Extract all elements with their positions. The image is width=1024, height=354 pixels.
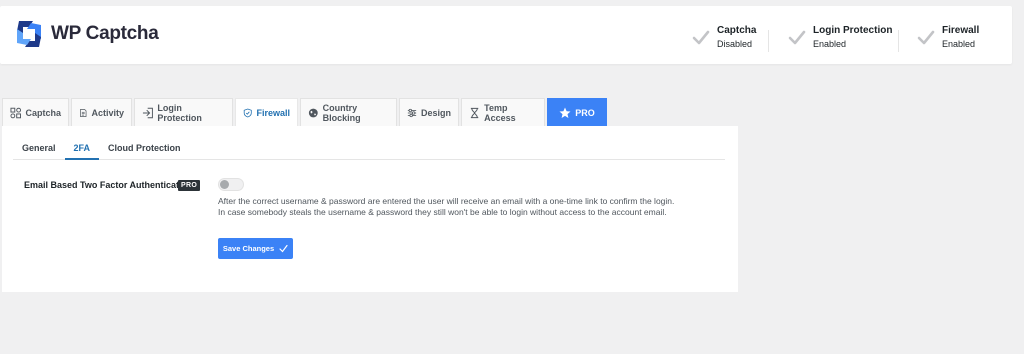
status-captcha: Captcha Disabled	[692, 25, 756, 50]
login-icon	[142, 107, 153, 118]
pro-badge: PRO	[178, 180, 201, 191]
wp-captcha-logo-icon	[17, 21, 41, 47]
header-bar: WP Captcha Captcha Disabled Login Protec…	[0, 6, 1012, 64]
tab-label: Temp Access	[484, 102, 516, 123]
sliders-icon	[407, 108, 417, 117]
logo-text: WP Captcha	[51, 23, 159, 44]
tab-login-protection[interactable]: Login Protection	[134, 98, 233, 126]
main-tabs: Captcha Activity Login Protection Firewa…	[2, 98, 609, 126]
tab-label: Activity	[91, 107, 124, 118]
status-divider	[898, 30, 899, 52]
document-icon	[80, 108, 87, 117]
subtab-cloud-protection[interactable]: Cloud Protection	[99, 140, 190, 160]
hourglass-icon	[470, 107, 479, 118]
tab-pro[interactable]: PRO	[547, 98, 607, 126]
tab-firewall[interactable]: Firewall	[235, 98, 298, 126]
email-2fa-label: Email Based Two Factor Authentication	[24, 180, 193, 190]
email-2fa-description: After the correct username & password ar…	[218, 196, 674, 218]
status-title: Firewall	[942, 25, 980, 36]
tab-label: Captcha	[25, 107, 61, 118]
subtabs: General 2FA Cloud Protection	[13, 140, 725, 160]
tab-temp-access[interactable]: Temp Access	[461, 98, 545, 126]
toggle-knob	[220, 180, 229, 189]
status-value: Enabled	[813, 39, 847, 49]
globe-icon	[308, 108, 318, 117]
checkmark-icon	[917, 30, 935, 45]
checkmark-icon	[788, 30, 806, 45]
status-firewall: Firewall Enabled	[917, 25, 979, 50]
subtab-2fa[interactable]: 2FA	[64, 140, 100, 160]
status-title: Captcha	[717, 25, 757, 36]
tab-label: Firewall	[256, 107, 290, 118]
tab-label: Design	[420, 107, 451, 118]
description-line: In case somebody steals the username & p…	[218, 207, 667, 217]
star-icon	[559, 107, 571, 118]
logo: WP Captcha	[13, 17, 159, 51]
firewall-panel: General 2FA Cloud Protection Email Based…	[2, 126, 738, 292]
subtab-general[interactable]: General	[13, 140, 65, 160]
captcha-icon	[10, 107, 22, 118]
status-divider	[768, 30, 769, 52]
checkmark-icon	[692, 30, 710, 45]
tab-activity[interactable]: Activity	[71, 98, 132, 126]
status-login-protection: Login Protection Enabled	[788, 25, 892, 50]
email-2fa-toggle[interactable]	[218, 178, 244, 191]
status-value: Enabled	[942, 39, 976, 49]
tab-design[interactable]: Design	[399, 98, 459, 126]
status-title: Login Protection	[813, 25, 893, 36]
tab-label: Country Blocking	[322, 102, 361, 123]
tab-captcha[interactable]: Captcha	[2, 98, 69, 126]
tab-label: Login Protection	[157, 102, 202, 123]
tab-label: PRO	[575, 107, 595, 118]
description-line: After the correct username & password ar…	[218, 196, 675, 206]
tab-country-blocking[interactable]: Country Blocking	[300, 98, 397, 126]
save-button-label: Save Changes	[222, 244, 275, 253]
save-changes-button[interactable]: Save Changes	[218, 238, 293, 259]
checkmark-icon	[279, 244, 288, 253]
status-value: Disabled	[717, 39, 753, 49]
shield-icon	[243, 108, 252, 117]
